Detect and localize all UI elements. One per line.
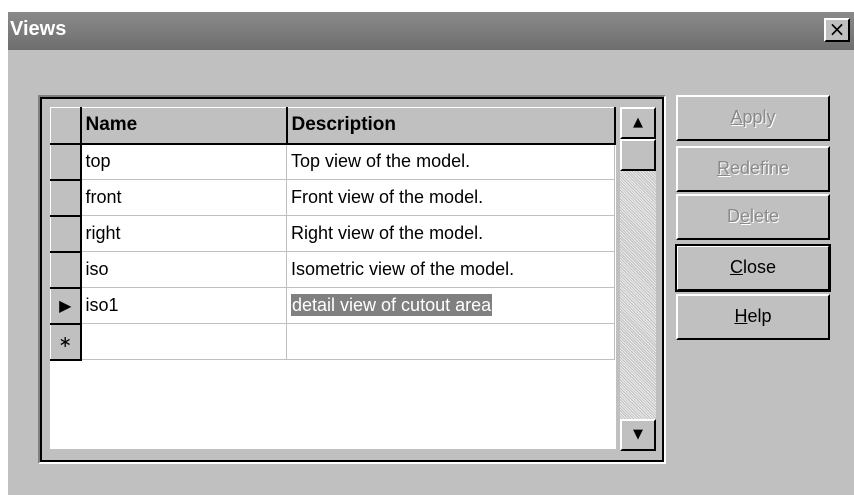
new-row-asterisk-icon[interactable]: ∗ bbox=[50, 323, 82, 361]
views-dialog: Views × Name Description top Top view of… bbox=[8, 12, 854, 495]
grid-data-area: Name Description top Top view of the mod… bbox=[50, 107, 616, 449]
scroll-thumb[interactable] bbox=[620, 139, 656, 171]
cell-name[interactable]: top bbox=[80, 143, 287, 180]
vertical-scrollbar[interactable]: ▲ ▼ bbox=[620, 107, 656, 451]
cell-name[interactable]: front bbox=[80, 179, 287, 216]
table-row-current[interactable]: ▶ iso1 detail view of cutout area bbox=[50, 287, 615, 325]
close-window-icon[interactable]: × bbox=[824, 18, 850, 42]
current-row-arrow-icon[interactable]: ▶ bbox=[50, 287, 82, 325]
table-row[interactable]: front Front view of the model. bbox=[50, 179, 615, 217]
cell-description[interactable]: Front view of the model. bbox=[286, 179, 615, 216]
cell-description[interactable]: Right view of the model. bbox=[286, 215, 615, 252]
close-button[interactable]: Close bbox=[675, 244, 831, 292]
cell-name[interactable]: iso bbox=[80, 251, 287, 288]
table-row[interactable]: right Right view of the model. bbox=[50, 215, 615, 253]
table-row-new[interactable]: ∗ bbox=[50, 323, 615, 361]
cell-name[interactable]: right bbox=[80, 215, 287, 252]
scroll-up-icon[interactable]: ▲ bbox=[620, 107, 656, 139]
table-row[interactable]: top Top view of the model. bbox=[50, 143, 615, 181]
row-selector[interactable] bbox=[50, 215, 82, 253]
scroll-down-icon[interactable]: ▼ bbox=[620, 419, 656, 451]
redefine-button[interactable]: Redefine bbox=[676, 146, 830, 192]
table-row[interactable]: iso Isometric view of the model. bbox=[50, 251, 615, 289]
cell-description-editing[interactable]: detail view of cutout area bbox=[286, 287, 615, 324]
header-row: Name Description bbox=[50, 107, 616, 145]
apply-button[interactable]: Apply bbox=[676, 95, 830, 141]
column-header-name[interactable]: Name bbox=[80, 107, 288, 145]
row-selector[interactable] bbox=[50, 143, 82, 181]
help-button[interactable]: Help bbox=[676, 294, 830, 340]
cell-description[interactable] bbox=[286, 323, 615, 360]
cell-description[interactable]: Isometric view of the model. bbox=[286, 251, 615, 288]
title-bar[interactable]: Views × bbox=[8, 12, 854, 50]
column-header-description[interactable]: Description bbox=[286, 107, 616, 145]
cell-name[interactable] bbox=[80, 323, 287, 360]
row-selector[interactable] bbox=[50, 251, 82, 289]
cell-description[interactable]: Top view of the model. bbox=[286, 143, 615, 180]
selected-text[interactable]: detail view of cutout area bbox=[291, 294, 493, 316]
cell-name[interactable]: iso1 bbox=[80, 287, 287, 324]
row-selector[interactable] bbox=[50, 179, 82, 217]
dialog-title: Views bbox=[10, 18, 67, 40]
header-corner[interactable] bbox=[50, 107, 82, 145]
views-grid: Name Description top Top view of the mod… bbox=[38, 95, 666, 464]
views-table: Name Description top Top view of the mod… bbox=[50, 107, 616, 361]
delete-button[interactable]: Delete bbox=[676, 194, 830, 240]
